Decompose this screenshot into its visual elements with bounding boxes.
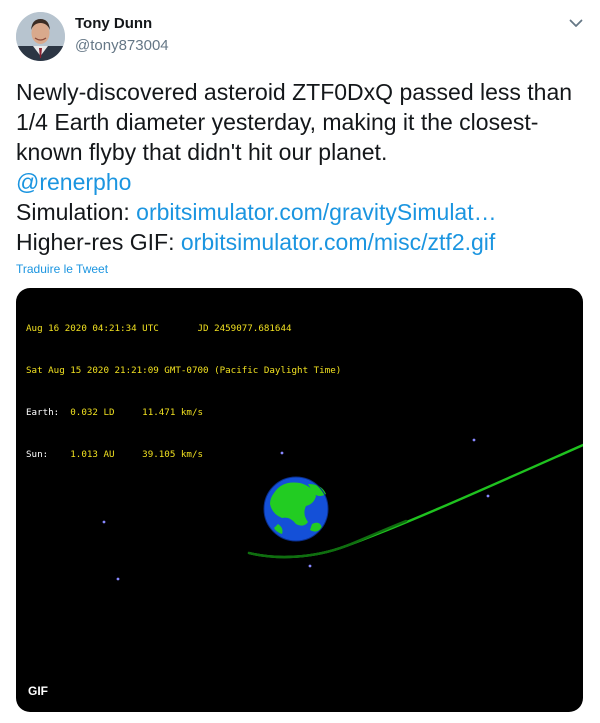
hud-earth-label: Earth: xyxy=(26,407,60,418)
tweet-card: Tony Dunn @tony873004 Newly-discovered a… xyxy=(0,0,600,723)
star xyxy=(486,494,490,498)
profile-photo xyxy=(16,12,65,61)
hud-earth-values: 0.032 LD 11.471 km/s xyxy=(59,407,204,418)
gif-label: Higher-res GIF: xyxy=(16,229,181,255)
tweet-text-line: Newly-discovered asteroid ZTF0DxQ passed… xyxy=(16,79,573,105)
gif-badge: GIF xyxy=(28,684,48,698)
hud-sun-label: Sun: xyxy=(26,449,60,460)
simulation-link[interactable]: orbitsimulator.com/gravitySimulat… xyxy=(136,199,496,225)
avatar[interactable] xyxy=(16,12,65,61)
simulation-label: Simulation: xyxy=(16,199,137,225)
hud-sun-values: 1.013 AU 39.105 km/s xyxy=(59,449,204,460)
simulation-hud: Aug 16 2020 04:21:34 UTC JD 2459077.6816… xyxy=(26,294,341,490)
tweet-text-line: known flyby that didn't hit our planet. xyxy=(16,139,388,165)
hud-local: Sat Aug 15 2020 21:21:09 GMT-0700 (Pacif… xyxy=(26,365,342,376)
author-name[interactable]: Tony Dunn xyxy=(75,15,152,32)
star xyxy=(308,564,312,568)
hud-utc: Aug 16 2020 04:21:34 UTC JD 2459077.6816… xyxy=(26,323,292,334)
translate-tweet-link[interactable]: Traduire le Tweet xyxy=(16,262,108,276)
tweet-text: Newly-discovered asteroid ZTF0DxQ passed… xyxy=(16,77,586,257)
tweet-menu-button[interactable] xyxy=(565,12,587,34)
gif-link[interactable]: orbitsimulator.com/misc/ztf2.gif xyxy=(181,229,495,255)
chevron-down-icon xyxy=(569,19,583,27)
tweet-text-line: 1/4 Earth diameter yesterday, making it … xyxy=(16,109,539,135)
author-handle[interactable]: @tony873004 xyxy=(75,37,169,54)
star xyxy=(472,438,476,442)
mention-link[interactable]: @renerpho xyxy=(16,169,131,195)
media-gif[interactable]: Aug 16 2020 04:21:34 UTC JD 2459077.6816… xyxy=(16,288,583,712)
star xyxy=(102,520,106,524)
star xyxy=(116,577,120,581)
